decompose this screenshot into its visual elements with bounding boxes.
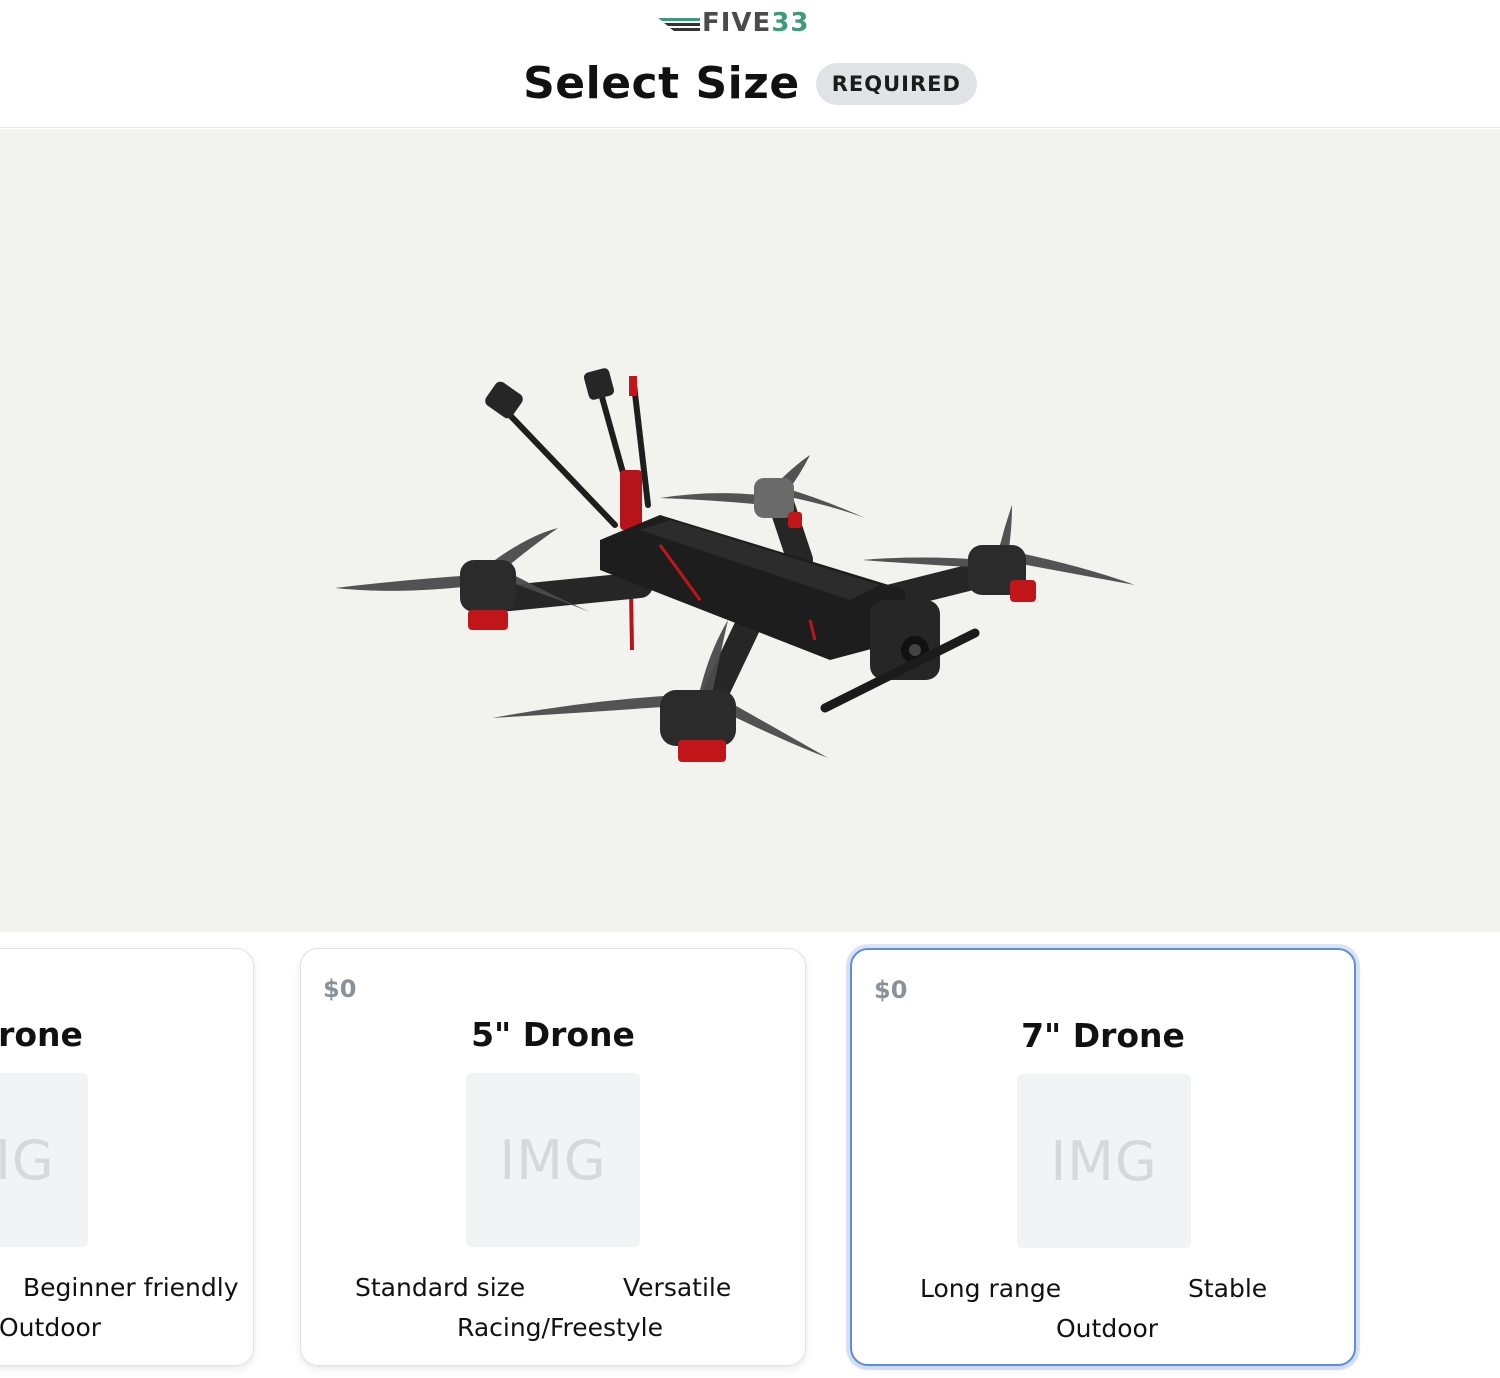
five33-logo[interactable]: FIVE33 [656, 6, 810, 40]
card-price: $0 [323, 975, 357, 1003]
card-image-placeholder: IMG [0, 1073, 88, 1247]
wing-logo-icon [658, 18, 700, 31]
card-title: 5" Drone [471, 1015, 635, 1054]
feature-tag: Stable [1188, 1274, 1268, 1303]
antenna-left [502, 407, 618, 528]
title-row: Select Size REQUIRED [0, 56, 1500, 112]
size-card-3in[interactable]: $0 3" Drone IMG Beginner friendly Outdoo… [0, 948, 254, 1366]
feature-tag: Outdoor [1056, 1314, 1159, 1343]
header: FIVE33 Select Size REQUIRED [0, 0, 1500, 128]
size-option-carousel[interactable]: $0 3" Drone IMG Beginner friendly Outdoo… [0, 932, 1500, 1378]
image-placeholder-text: IMG [0, 1128, 55, 1192]
size-card-5in[interactable]: $0 5" Drone IMG Standard size Versatile … [300, 948, 806, 1366]
required-badge: REQUIRED [815, 63, 977, 105]
card-title: 3" Drone [0, 1015, 83, 1054]
feature-tag: Standard size [355, 1273, 526, 1302]
drone-model-image [335, 368, 1135, 762]
page-title: Select Size [523, 58, 800, 109]
image-placeholder-text: IMG [1050, 1129, 1158, 1193]
feature-tag: Beginner friendly [23, 1273, 239, 1302]
logo-text-five: FIVE [702, 8, 772, 38]
feature-tag: Versatile [623, 1273, 732, 1302]
card-price: $0 [874, 976, 908, 1004]
card-image-placeholder: IMG [1017, 1074, 1191, 1248]
logo-text-33: 33 [771, 8, 810, 38]
card-title: 7" Drone [1021, 1016, 1185, 1055]
feature-tag: Racing/Freestyle [457, 1313, 663, 1342]
image-placeholder-text: IMG [499, 1128, 607, 1192]
3d-model-viewer[interactable] [0, 129, 1500, 932]
size-card-7in[interactable]: $0 7" Drone IMG Long range Stable Outdoo… [850, 948, 1356, 1366]
feature-tag: Outdoor [0, 1313, 102, 1342]
card-image-placeholder: IMG [466, 1073, 640, 1247]
feature-tag: Long range [920, 1274, 1062, 1303]
